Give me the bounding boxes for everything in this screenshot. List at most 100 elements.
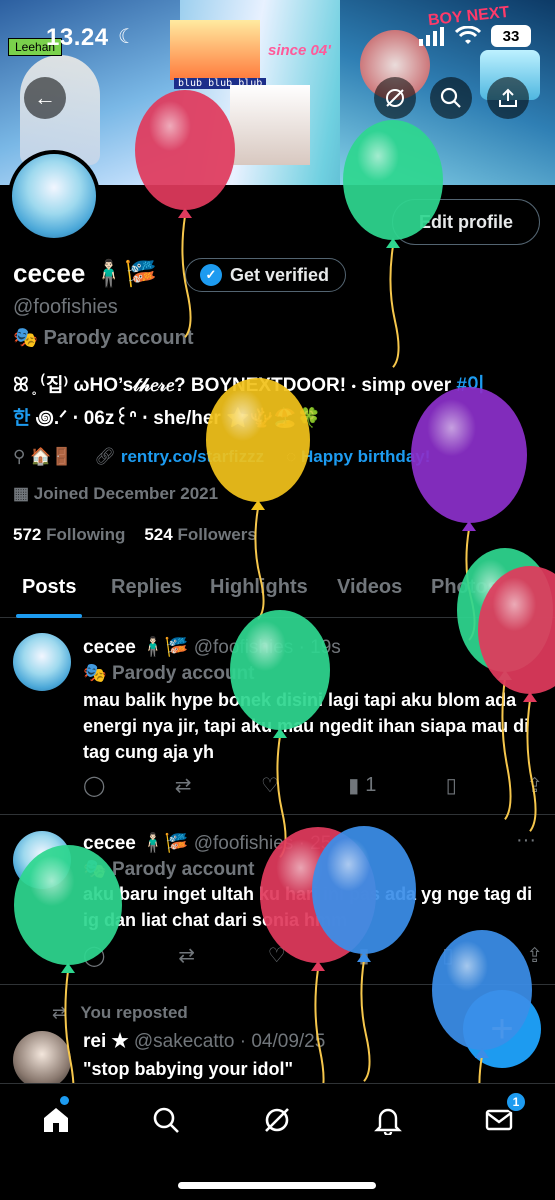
share-post-button[interactable]: ⇪ <box>526 773 543 798</box>
bookmark-button[interactable]: ▯ <box>446 773 457 798</box>
theater-mask-icon: 🎭 <box>83 859 107 880</box>
post-header: cecee 🧍🏻‍♂️🎏 @foofishies · 19s <box>83 637 341 658</box>
tab-posts[interactable]: Posts <box>22 576 76 599</box>
bookmark-button[interactable]: ▯ <box>442 943 453 968</box>
post-avatar[interactable] <box>13 1031 71 1089</box>
post-header: rei ★ @sakecatto · 04/09/25 <box>83 1031 326 1052</box>
back-arrow-icon: ← <box>34 85 56 110</box>
tab-highlights[interactable]: Highlights <box>210 576 308 599</box>
parody-label: 🎭 Parody account <box>13 327 194 349</box>
get-verified-button[interactable]: ✓ Get verified <box>185 258 347 292</box>
tab-replies[interactable]: Replies <box>111 576 182 599</box>
location-item: ⚲ 🏠🚪 <box>13 447 73 466</box>
share-icon: ⇪ <box>526 775 543 797</box>
reply-icon: ◯ <box>83 945 106 967</box>
heart-icon: ♡ <box>267 945 286 967</box>
status-icons: 33 <box>419 24 531 48</box>
location-pin-icon: ⚲ <box>13 447 26 466</box>
post-text: mau balik hype bonek disini lagi tapi ak… <box>83 690 530 762</box>
birthday-item: ◌ Happy birthday! <box>286 447 430 467</box>
battery-icon: 33 <box>491 25 531 47</box>
repost-button[interactable]: ⇄ <box>178 943 195 968</box>
heart-icon: ♡ <box>260 775 279 797</box>
post-text: "stop babying your idol" <box>83 1059 294 1079</box>
more-options-button[interactable]: ··· <box>516 829 536 852</box>
search-button[interactable] <box>430 77 472 119</box>
profile-meta: ⚲ 🏠🚪 🔗︎ rentry.co/starfizzz ◌ Happy birt… <box>13 447 430 467</box>
back-button[interactable]: ← <box>24 77 66 119</box>
status-time: 13.24 <box>46 24 109 51</box>
banner-photo-cat <box>230 85 310 165</box>
post-avatar[interactable] <box>13 633 71 691</box>
active-tab-indicator <box>16 614 82 618</box>
like-button[interactable]: ♡ <box>268 943 286 968</box>
tab-photos[interactable]: Photos <box>431 576 499 599</box>
like-button[interactable]: ♡ <box>261 773 279 798</box>
joined-date: ▦ Joined December 2021 <box>13 484 219 503</box>
nav-search[interactable] <box>146 1102 186 1138</box>
post[interactable]: cecee 🧍🏻‍♂️🎏 @foofishies · 25s ··· 🎭 Par… <box>0 815 555 985</box>
post-parody-label: 🎭 Parody account <box>83 663 255 684</box>
post-header: cecee 🧍🏻‍♂️🎏 @foofishies · 25s <box>83 833 341 854</box>
views-icon: ▮ <box>348 775 360 797</box>
grok-icon <box>386 89 404 107</box>
grok-icon <box>265 1108 289 1132</box>
post[interactable]: cecee 🧍🏻‍♂️🎏 @foofishies · 19s 🎭 Parody … <box>0 619 555 815</box>
post-actions: ◯ ⇄ ♡ ▮ ▯ ⇪ <box>83 943 543 968</box>
theater-mask-icon: 🎭 <box>13 327 38 349</box>
home-icon <box>44 1108 68 1132</box>
repost-icon: ⇄ <box>52 1003 67 1022</box>
repost-icon: ⇄ <box>178 945 195 967</box>
post-parody-label: 🎭 Parody account <box>83 859 255 880</box>
bookmark-icon: ▯ <box>445 775 457 797</box>
birthday-text: Happy birthday! <box>300 447 431 466</box>
get-verified-label: Get verified <box>230 264 330 285</box>
theater-mask-icon: 🎭 <box>83 663 107 684</box>
nav-grok[interactable] <box>257 1102 297 1138</box>
banner-sticker-since: since 04' <box>268 42 331 59</box>
views-icon: ▮ <box>358 945 370 967</box>
followers-link[interactable]: 524 Followers <box>144 525 256 544</box>
grok-button[interactable] <box>374 77 416 119</box>
share-button[interactable] <box>487 77 529 119</box>
profile-tabs: Posts Replies Highlights Videos Photos <box>0 566 555 618</box>
views-button[interactable]: ▮ <box>359 943 370 968</box>
nav-home[interactable] <box>36 1102 76 1138</box>
website-item[interactable]: 🔗︎ rentry.co/starfizzz <box>95 447 265 467</box>
website-link[interactable]: rentry.co/starfizzz <box>121 447 264 466</box>
verified-badge-icon: ✓ <box>200 264 222 286</box>
display-name: cecee 🧍🏻‍♂️🎏 <box>13 258 158 288</box>
post-actions: ◯ ⇄ ♡ ▮ 1 ▯ ⇪ <box>83 773 543 798</box>
messages-badge: 1 <box>505 1091 527 1113</box>
profile-bio: ꕤ ̥ ⁽집⁾ ωHO’s𝓉𝒽𝑒𝓇𝑒? BOYNEXTDOOR! ⋅ simp … <box>13 375 485 429</box>
share-post-button[interactable]: ⇪ <box>526 943 543 968</box>
reply-icon: ◯ <box>83 775 106 797</box>
banner-photo-fish <box>170 20 260 80</box>
views-button[interactable]: ▮ 1 <box>348 773 376 798</box>
plus-icon: + <box>490 1006 514 1051</box>
bio-hashtag[interactable]: #이 <box>456 375 484 396</box>
profile-handle: @foofishies <box>13 296 118 318</box>
wifi-icon <box>455 26 481 44</box>
compose-button[interactable]: + <box>463 990 541 1068</box>
reply-button[interactable]: ◯ <box>83 943 105 968</box>
search-icon <box>440 87 461 108</box>
link-icon: 🔗︎ <box>94 447 117 466</box>
bookmark-icon: ▯ <box>442 945 454 967</box>
repost-button[interactable]: ⇄ <box>175 773 192 798</box>
edit-profile-button[interactable]: Edit profile <box>392 199 540 245</box>
post-avatar[interactable] <box>13 831 71 889</box>
bell-icon <box>374 1108 402 1135</box>
profile-avatar[interactable] <box>8 150 100 242</box>
moon-icon: ☾ <box>118 26 136 48</box>
following-link[interactable]: 572 Following <box>13 525 125 544</box>
share-icon: ⇪ <box>526 945 543 967</box>
reply-button[interactable]: ◯ <box>83 773 105 798</box>
bio-hashtag-continued[interactable]: 한 <box>13 408 30 429</box>
search-icon <box>153 1107 179 1133</box>
tab-videos[interactable]: Videos <box>337 576 402 599</box>
balloon-icon: ◌ <box>286 447 297 466</box>
home-indicator <box>178 1182 376 1189</box>
share-icon <box>499 88 517 107</box>
nav-notifications[interactable] <box>368 1102 408 1138</box>
